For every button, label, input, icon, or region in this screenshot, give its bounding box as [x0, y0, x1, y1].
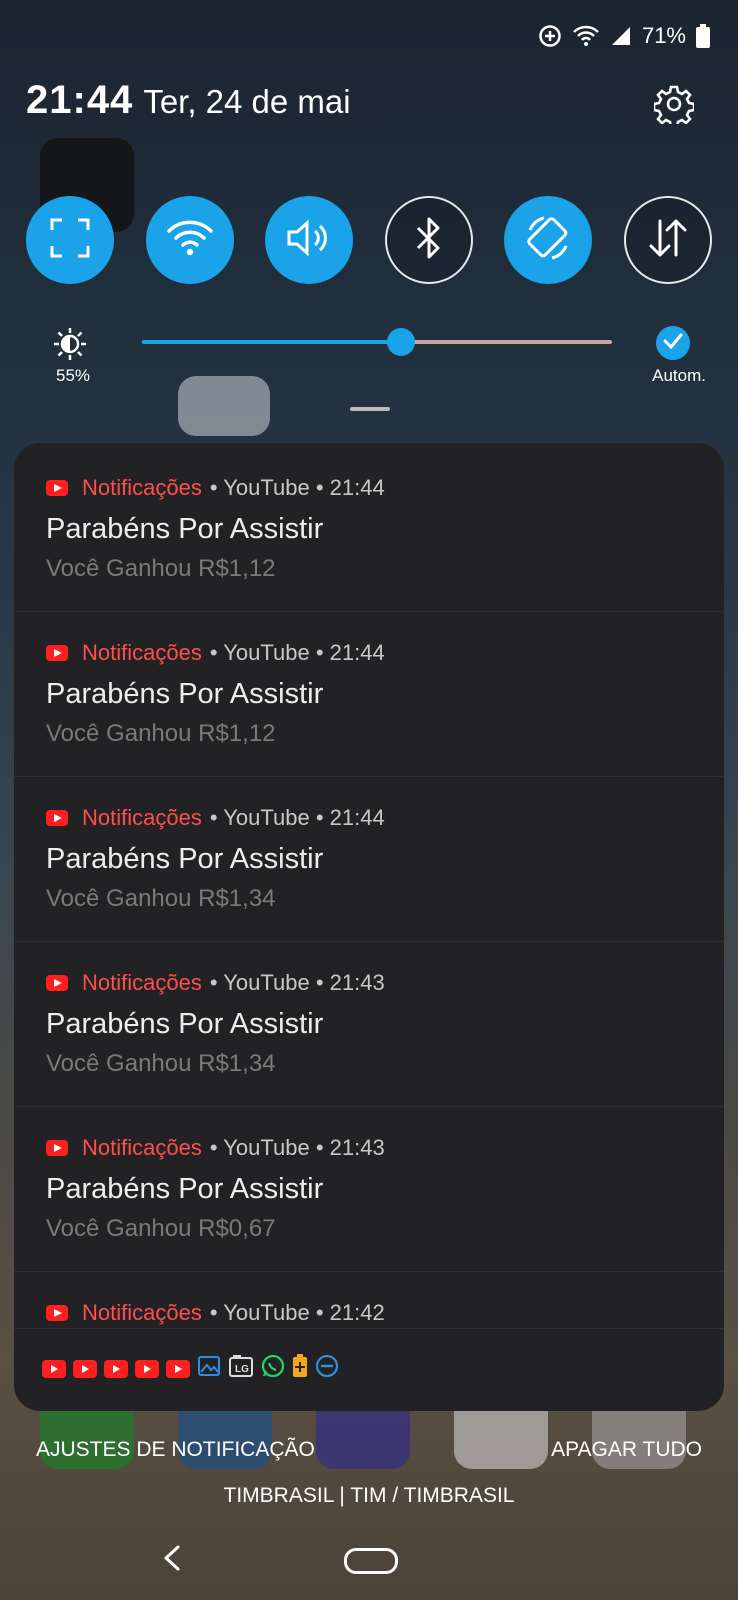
- bluetooth-tile[interactable]: [384, 196, 473, 284]
- youtube-icon: [42, 1359, 66, 1378]
- notification-panel: Notificações • YouTube • 21:44 Parabéns …: [14, 443, 724, 1411]
- notification-item[interactable]: Notificações • YouTube • 21:43 Parabéns …: [14, 938, 724, 1107]
- status-bar: 71%: [538, 18, 710, 54]
- youtube-icon: [104, 1359, 128, 1378]
- notification-meta: • YouTube • 21:42: [209, 1300, 385, 1325]
- wifi-icon: [572, 25, 600, 47]
- notification-item[interactable]: Notificações • YouTube • 21:44 Parabéns …: [14, 608, 724, 777]
- notification-title: Parabéns Por Assistir: [46, 513, 324, 545]
- notification-channel: Notificações: [82, 1135, 202, 1160]
- speaker-icon: [285, 218, 333, 263]
- background-app-icon: [178, 376, 270, 436]
- panel-drag-handle[interactable]: [350, 407, 390, 411]
- youtube-icon: [166, 1359, 190, 1378]
- notification-meta: • YouTube • 21:43: [209, 1135, 385, 1160]
- notification-channel: Notificações: [82, 1300, 202, 1325]
- carrier-label: TIMBRASIL | TIM / TIMBRASIL: [223, 1484, 515, 1507]
- screenshot-tile[interactable]: [26, 196, 114, 284]
- overflow-notification-icons[interactable]: LG: [42, 1354, 339, 1383]
- notification-item[interactable]: Notificações • YouTube • 21:43 Parabéns …: [14, 1103, 724, 1272]
- auto-brightness-checkbox[interactable]: [656, 326, 690, 360]
- brightness-percent: 55%: [56, 366, 91, 385]
- notification-header: Notificações • YouTube • 21:42: [46, 1300, 385, 1326]
- notification-meta: • YouTube • 21:43: [209, 970, 385, 995]
- notification-meta: • YouTube • 21:44: [209, 475, 385, 500]
- screenshot-frame-icon: [48, 216, 92, 265]
- wifi-icon: [165, 218, 215, 263]
- signal-icon: [610, 25, 632, 47]
- notification-text: Você Ganhou R$1,34: [46, 1050, 276, 1077]
- youtube-icon: [46, 1140, 68, 1156]
- notification-channel: Notificações: [82, 805, 202, 830]
- youtube-icon: [46, 1305, 68, 1321]
- youtube-icon: [46, 480, 68, 496]
- date[interactable]: Ter, 24 de mai: [143, 83, 350, 121]
- clock-row: 21:44 Ter, 24 de mai: [26, 78, 351, 123]
- notification-title: Parabéns Por Assistir: [46, 678, 324, 710]
- svg-text:LG: LG: [235, 1364, 249, 1375]
- notification-channel: Notificações: [82, 475, 202, 500]
- battery-text: 71%: [641, 23, 686, 48]
- brightness-icon: [52, 326, 88, 367]
- whatsapp-icon: [261, 1354, 285, 1383]
- notification-title: Parabéns Por Assistir: [46, 1173, 324, 1205]
- notification-header: Notificações • YouTube • 21:43: [46, 970, 385, 996]
- notification-header: Notificações • YouTube • 21:43: [46, 1135, 385, 1161]
- data-arrows-icon: [645, 215, 691, 266]
- notification-item[interactable]: Notificações • YouTube • 21:44 Parabéns …: [14, 773, 724, 942]
- battery-icon: [696, 24, 710, 48]
- notification-text: Você Ganhou R$0,67: [46, 1215, 276, 1242]
- settings-gear-icon[interactable]: [652, 84, 696, 129]
- youtube-icon: [135, 1359, 159, 1378]
- clock[interactable]: 21:44: [26, 78, 133, 123]
- brightness-slider-fill: [142, 340, 401, 344]
- auto-brightness-label: Autom.: [652, 366, 706, 385]
- notification-header: Notificações • YouTube • 21:44: [46, 475, 385, 501]
- youtube-icon: [73, 1359, 97, 1378]
- notification-text: Você Ganhou R$1,12: [46, 555, 276, 582]
- youtube-icon: [46, 975, 68, 991]
- notification-header: Notificações • YouTube • 21:44: [46, 640, 385, 666]
- brightness-slider-thumb[interactable]: [386, 328, 415, 356]
- checkmark-icon: [663, 333, 683, 354]
- rotate-icon: [522, 212, 574, 269]
- bluetooth-icon: [414, 216, 444, 265]
- notification-item[interactable]: Notificações • YouTube • 21:44 Parabéns …: [14, 443, 724, 612]
- mobile-data-tile[interactable]: [623, 196, 712, 284]
- auto-rotate-tile[interactable]: [504, 196, 593, 284]
- battery-saver-icon: [292, 1354, 308, 1383]
- notification-text: Você Ganhou R$1,12: [46, 720, 276, 747]
- brightness-row: 55% Autom.: [0, 322, 738, 385]
- lg-icon: LG: [228, 1354, 254, 1383]
- notification-meta: • YouTube • 21:44: [209, 640, 385, 665]
- notification-title: Parabéns Por Assistir: [46, 843, 324, 875]
- brightness-slider[interactable]: [142, 328, 612, 356]
- data-saver-icon: [538, 24, 562, 48]
- back-icon[interactable]: [160, 1544, 184, 1577]
- sound-tile[interactable]: [265, 196, 354, 284]
- clear-all-button[interactable]: APAGAR TUDO: [551, 1438, 702, 1462]
- notification-meta: • YouTube • 21:44: [209, 805, 385, 830]
- youtube-icon: [46, 810, 68, 826]
- notification-item[interactable]: Notificações • YouTube • 21:42: [14, 1268, 724, 1329]
- notification-channel: Notificações: [82, 970, 202, 995]
- notification-settings-button[interactable]: AJUSTES DE NOTIFICAÇÃO: [36, 1438, 315, 1462]
- youtube-icon: [46, 645, 68, 661]
- notification-title: Parabéns Por Assistir: [46, 1008, 324, 1040]
- notification-channel: Notificações: [82, 640, 202, 665]
- quick-settings-tiles: [26, 196, 712, 284]
- notification-header: Notificações • YouTube • 21:44: [46, 805, 385, 831]
- home-button[interactable]: [344, 1548, 398, 1574]
- dnd-icon: [315, 1354, 339, 1383]
- notification-text: Você Ganhou R$1,34: [46, 885, 276, 912]
- wifi-tile[interactable]: [145, 196, 234, 284]
- gallery-icon: [197, 1355, 221, 1382]
